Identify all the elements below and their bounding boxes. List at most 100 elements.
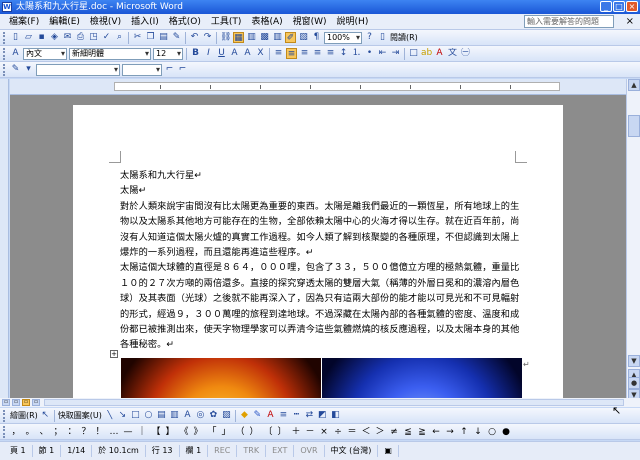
decrease-indent-icon[interactable]: ⇤ xyxy=(377,48,388,59)
vertical-textbox-icon[interactable]: ▥ xyxy=(169,410,180,421)
vertical-scrollbar[interactable]: ▲ ▼ ▲ ● ▼ xyxy=(626,79,640,403)
scroll-down-icon[interactable]: ▼ xyxy=(628,355,640,367)
close-button[interactable]: × xyxy=(626,1,638,12)
symbol-button[interactable]: 】 xyxy=(164,426,176,438)
char-scale-icon[interactable]: X xyxy=(255,48,266,59)
symbol-button[interactable]: 〕 xyxy=(276,426,288,438)
font-select[interactable]: 新細明體 xyxy=(69,47,151,60)
diagram-icon[interactable]: ◎ xyxy=(195,410,206,421)
symbol-button[interactable]: ≠ xyxy=(388,426,400,438)
redo-icon[interactable]: ↷ xyxy=(202,32,213,43)
document-map-icon[interactable]: ▧ xyxy=(298,32,309,43)
symbol-button[interactable]: ÷ xyxy=(332,426,344,438)
symbol-button[interactable]: ≧ xyxy=(416,426,428,438)
highlight-icon[interactable]: ab xyxy=(421,48,432,59)
menu-insert[interactable]: 插入(I) xyxy=(126,15,164,29)
draw-style-select[interactable] xyxy=(36,63,120,76)
symbol-button[interactable]: → xyxy=(444,426,456,438)
status-ovr[interactable]: OVR xyxy=(294,445,325,457)
insert-picture-icon[interactable]: ▨ xyxy=(221,410,232,421)
oval-icon[interactable]: ○ xyxy=(143,410,154,421)
draw-menu-button[interactable]: 繪圖(R) xyxy=(10,410,38,421)
dropdown-arrow-icon[interactable]: ▾ xyxy=(23,64,34,75)
read-icon[interactable]: ▯ xyxy=(377,32,388,43)
print-icon[interactable]: ⎙ xyxy=(75,32,86,43)
line-color-icon[interactable]: ✎ xyxy=(252,410,263,421)
symbol-button[interactable]: － xyxy=(304,426,316,438)
italic-icon[interactable]: I xyxy=(203,48,214,59)
draw-size-select[interactable] xyxy=(122,63,162,76)
menu-file[interactable]: 檔案(F) xyxy=(4,15,44,29)
tables-borders-icon[interactable]: ▦ xyxy=(233,32,244,43)
symbol-button[interactable]: × xyxy=(318,426,330,438)
menu-window[interactable]: 視窗(W) xyxy=(288,15,332,29)
read-button[interactable]: 閱讀(R) xyxy=(390,32,418,43)
research-icon[interactable]: ⌕ xyxy=(114,32,125,43)
symbol-button[interactable]: 」 xyxy=(220,426,232,438)
dash-style-icon[interactable]: ┅ xyxy=(291,410,302,421)
insert-table-icon[interactable]: ▥ xyxy=(246,32,257,43)
menu-table[interactable]: 表格(A) xyxy=(246,15,287,29)
symbol-button[interactable]: ， xyxy=(10,426,22,438)
symbol-button[interactable]: ＝ xyxy=(346,426,358,438)
toolbar-grip[interactable] xyxy=(3,63,6,76)
bullets-icon[interactable]: • xyxy=(364,48,375,59)
symbol-button[interactable]: （ xyxy=(234,426,246,438)
align-left-icon[interactable]: ≡ xyxy=(286,48,297,59)
toolbar-grip[interactable] xyxy=(3,409,6,422)
char-shading-icon[interactable]: A xyxy=(242,48,253,59)
permission-icon[interactable]: ◈ xyxy=(49,32,60,43)
status-ext[interactable]: EXT xyxy=(266,445,295,457)
styles-icon[interactable]: A xyxy=(10,48,21,59)
toolbar-grip[interactable] xyxy=(3,47,6,60)
select-objects-icon[interactable]: ↖ xyxy=(40,410,51,421)
minimize-button[interactable]: _ xyxy=(600,1,612,12)
font-color-icon[interactable]: A xyxy=(434,48,445,59)
increase-indent-icon[interactable]: ⇥ xyxy=(390,48,401,59)
menu-view[interactable]: 檢視(V) xyxy=(85,15,126,29)
rectangle-icon[interactable]: □ xyxy=(130,410,141,421)
web-view-icon[interactable]: ▭ xyxy=(12,399,20,406)
line-icon[interactable]: ╲ xyxy=(104,410,115,421)
spelling-icon[interactable]: ✓ xyxy=(101,32,112,43)
align-justify-icon[interactable]: ≡ xyxy=(273,48,284,59)
arrow-style-icon[interactable]: ⇄ xyxy=(304,410,315,421)
symbol-button[interactable]: ＋ xyxy=(290,426,302,438)
paste-icon[interactable]: ▤ xyxy=(158,32,169,43)
draw-tool-icon[interactable]: ⌐ xyxy=(164,64,175,75)
outline-view-icon[interactable]: ▭ xyxy=(32,399,40,406)
save-icon[interactable]: ▪ xyxy=(36,32,47,43)
symbol-button[interactable]: ↑ xyxy=(458,426,470,438)
cut-icon[interactable]: ✂ xyxy=(132,32,143,43)
symbol-button[interactable]: ？ xyxy=(80,426,92,438)
toolbar-grip[interactable] xyxy=(3,31,6,44)
print-preview-icon[interactable]: ◳ xyxy=(88,32,99,43)
align-center-icon[interactable]: ≡ xyxy=(299,48,310,59)
distributed-icon[interactable]: ≡ xyxy=(325,48,336,59)
symbol-button[interactable]: ！ xyxy=(94,426,106,438)
word-app-icon[interactable]: W xyxy=(2,2,12,12)
symbol-button[interactable]: 《 xyxy=(178,426,190,438)
scroll-thumb[interactable] xyxy=(628,115,640,137)
symbol-button[interactable]: ● xyxy=(500,426,512,438)
columns-icon[interactable]: ▥ xyxy=(272,32,283,43)
sun-image[interactable] xyxy=(121,358,321,398)
symbol-button[interactable]: 》 xyxy=(192,426,204,438)
wordart-icon[interactable]: A xyxy=(182,410,193,421)
symbol-button[interactable]: — xyxy=(122,426,134,438)
symbol-button[interactable]: 「 xyxy=(206,426,218,438)
help-question-input[interactable]: 輸入需要解答的問題 xyxy=(524,15,614,28)
underline-icon[interactable]: U xyxy=(216,48,227,59)
symbol-button[interactable]: ＞ xyxy=(374,426,386,438)
draw-tool-icon-2[interactable]: ⌐ xyxy=(177,64,188,75)
align-right-icon[interactable]: ≡ xyxy=(312,48,323,59)
char-border-icon[interactable]: A xyxy=(229,48,240,59)
line-style-icon[interactable]: ≡ xyxy=(278,410,289,421)
status-rec[interactable]: REC xyxy=(208,445,238,457)
symbol-button[interactable]: ≦ xyxy=(402,426,414,438)
maximize-button[interactable]: □ xyxy=(613,1,625,12)
symbol-button[interactable]: 、 xyxy=(38,426,50,438)
format-painter-icon[interactable]: ✎ xyxy=(171,32,182,43)
scroll-up-icon[interactable]: ▲ xyxy=(628,79,640,91)
horizontal-scrollbar[interactable] xyxy=(44,399,624,406)
